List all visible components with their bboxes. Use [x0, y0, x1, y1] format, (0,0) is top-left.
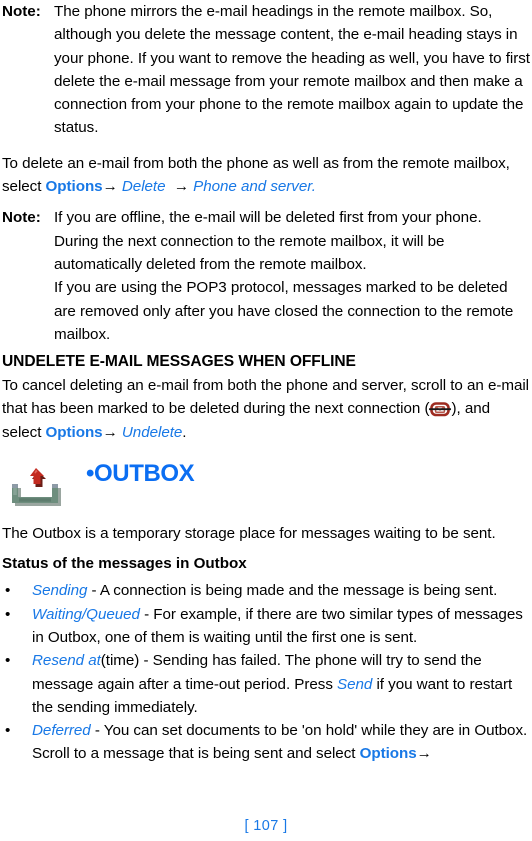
list-item: • Waiting/Queued - For example, if there …: [2, 603, 530, 650]
sentence-period: .: [182, 423, 187, 441]
note-line-offline: If you are offline, the e-mail will be d…: [54, 209, 482, 273]
chapter-heading-outbox: •OUTBOX: [2, 456, 530, 522]
arrow-icon: →: [173, 178, 189, 196]
status-desc-sending: - A connection is being made and the mes…: [87, 582, 498, 600]
phone-and-server-option-reference[interactable]: Phone and server: [193, 178, 312, 195]
status-term-deferred: Deferred: [32, 722, 91, 740]
status-term-resend-at: Resend at: [32, 652, 101, 670]
deleted-mail-icon: [429, 401, 452, 417]
section-heading-undelete: UNDELETE E-MAIL MESSAGES WHEN OFFLINE: [2, 353, 356, 371]
bullet-icon: •: [5, 652, 11, 670]
note-body: If you are offline, the e-mail will be d…: [54, 206, 530, 346]
note-block-mirror-headings: Note: The phone mirrors the e-mail headi…: [2, 0, 530, 140]
arrow-icon: →: [416, 745, 432, 763]
bullet-icon: •: [5, 722, 11, 740]
chapter-title-text: OUTBOX: [94, 460, 195, 488]
arrow-icon: →: [102, 423, 118, 441]
outbox-tray-icon: [6, 464, 68, 512]
sentence-period: .: [311, 178, 316, 196]
status-term-resend-suffix: (time): [100, 652, 140, 670]
undelete-menu-reference[interactable]: Undelete: [122, 424, 182, 441]
send-command-reference[interactable]: Send: [337, 676, 372, 693]
subheading-status-of-messages: Status of the messages in Outbox: [2, 555, 247, 573]
options-menu-reference[interactable]: Options: [360, 745, 417, 762]
note-line-pop3: If you are using the POP3 protocol, mess…: [54, 279, 514, 343]
delete-instruction-paragraph: To delete an e-mail from both the phone …: [2, 152, 530, 199]
undelete-instruction-paragraph: To cancel deleting an e-mail from both t…: [2, 374, 530, 444]
document-page: Note: The phone mirrors the e-mail headi…: [0, 0, 532, 841]
note-label: Note:: [2, 209, 41, 227]
bullet-icon: •: [5, 582, 11, 600]
note-block-offline-delete: Note: If you are offline, the e-mail wil…: [2, 206, 530, 346]
page-number-footer: [ 107 ]: [244, 818, 288, 834]
bullet-icon: •: [5, 605, 11, 623]
delete-menu-reference[interactable]: Delete: [122, 178, 166, 195]
options-menu-reference[interactable]: Options: [46, 424, 103, 441]
arrow-icon: →: [102, 178, 118, 196]
list-item: • Resend at(time) - Sending has failed. T…: [2, 649, 530, 719]
chapter-bullet-icon: •: [86, 460, 95, 488]
note-label: Note:: [2, 3, 41, 20]
status-desc-deferred: - You can set documents to be 'on hold' …: [32, 722, 528, 763]
note-body: The phone mirrors the e-mail headings in…: [54, 3, 530, 137]
spacing: [166, 178, 174, 195]
status-term-sending: Sending: [32, 582, 88, 600]
options-menu-reference[interactable]: Options: [46, 178, 103, 195]
outbox-intro-paragraph: The Outbox is a temporary storage place …: [2, 525, 496, 543]
status-term-waiting-queued: Waiting/Queued: [32, 605, 140, 623]
status-list: • Sending - A connection is being made an…: [2, 579, 530, 765]
list-item: • Sending - A connection is being made an…: [2, 579, 530, 602]
list-item: • Deferred - You can set documents to be …: [2, 719, 530, 766]
chapter-title-row: •OUTBOX: [86, 460, 195, 488]
